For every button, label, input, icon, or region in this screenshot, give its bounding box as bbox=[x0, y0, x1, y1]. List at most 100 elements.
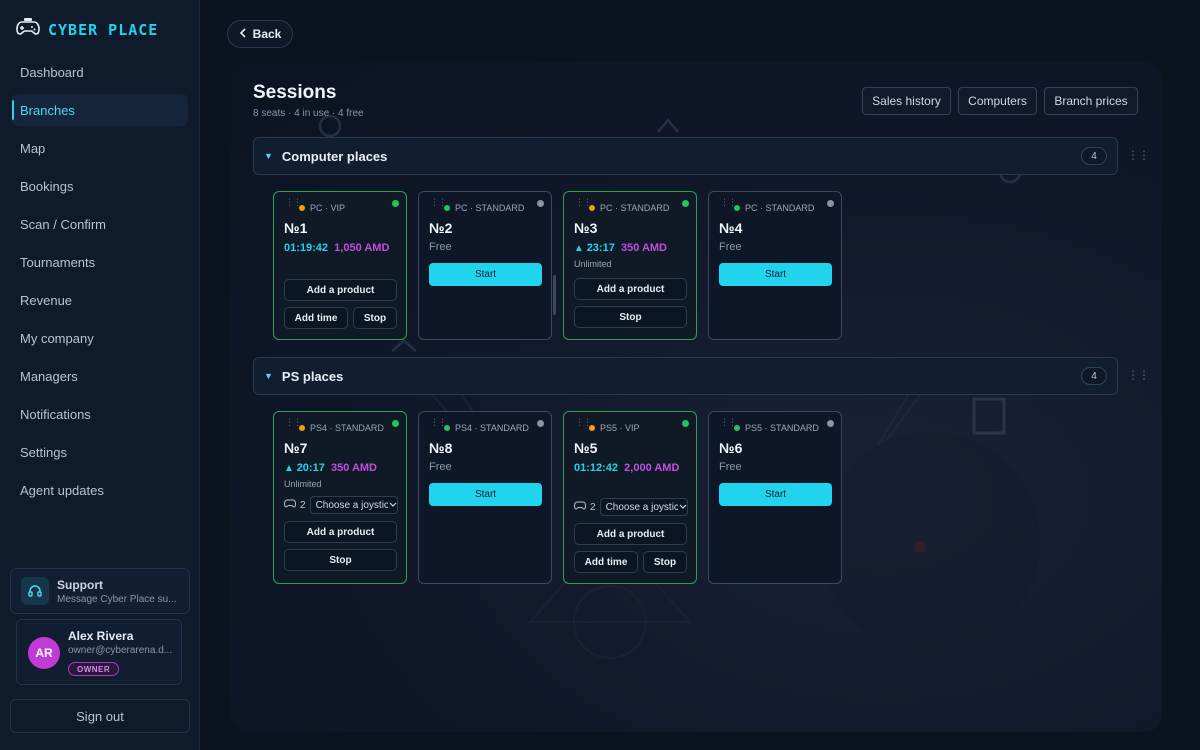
group-header-ps-places[interactable]: ▼ PS places 4 bbox=[253, 357, 1118, 395]
session-amount: 350 AMD bbox=[620, 242, 668, 254]
start-button[interactable]: Start bbox=[719, 263, 832, 286]
add-time-button[interactable]: Add time bbox=[574, 551, 638, 573]
drag-handle-icon[interactable]: ⋮⋮ bbox=[1127, 149, 1150, 161]
tier-dot bbox=[444, 205, 450, 211]
joystick-count: 2 bbox=[590, 501, 596, 513]
caret-down-icon: ▼ bbox=[264, 151, 273, 161]
drag-handle-icon[interactable]: ⋮⋮ bbox=[1127, 369, 1150, 381]
tier-dot bbox=[299, 425, 305, 431]
status-indicator bbox=[392, 420, 399, 427]
start-button[interactable]: Start bbox=[719, 483, 832, 506]
add-product-button[interactable]: Add a product bbox=[574, 278, 687, 300]
status-indicator bbox=[827, 200, 834, 207]
group-count-badge: 4 bbox=[1081, 367, 1107, 385]
sidebar-item-scan-confirm[interactable]: Scan / Confirm bbox=[12, 208, 188, 240]
tier-dot bbox=[444, 425, 450, 431]
sidebar-item-label: Notifications bbox=[20, 406, 91, 422]
support-card[interactable]: Support Message Cyber Place su... bbox=[10, 568, 190, 614]
seat-type-label: PS5 · STANDARD bbox=[745, 423, 819, 433]
sidebar-item-branches[interactable]: Branches bbox=[12, 94, 188, 126]
session-timer: 01:12:42 bbox=[574, 462, 619, 474]
status-indicator bbox=[537, 420, 544, 427]
branch-prices-button[interactable]: Branch prices bbox=[1044, 87, 1138, 115]
headset-icon bbox=[21, 577, 49, 605]
sidebar-item-revenue[interactable]: Revenue bbox=[12, 284, 188, 316]
seat-card[interactable]: ⋮⋮ PS4 · STANDARD №8 Free Start bbox=[418, 411, 552, 584]
sidebar-item-managers[interactable]: Managers bbox=[12, 360, 188, 392]
sidebar-item-dashboard[interactable]: Dashboard bbox=[12, 56, 188, 88]
page-title: Sessions bbox=[253, 82, 337, 103]
seat-type-label: PC · STANDARD bbox=[600, 203, 670, 213]
seat-type: PS4 · STANDARD bbox=[444, 423, 529, 433]
session-timer: 23:17 bbox=[586, 242, 615, 254]
session-timer-line: 01:19:42 1,050 AMD bbox=[284, 240, 402, 256]
gamepad-icon bbox=[283, 499, 297, 511]
sidebar-item-map[interactable]: Map bbox=[12, 132, 188, 164]
seat-card[interactable]: ⋮⋮ PS5 · STANDARD №6 Free Start bbox=[708, 411, 842, 584]
seat-card[interactable]: ⋮⋮ PC · STANDARD №2 Free Start bbox=[418, 191, 552, 340]
add-product-button[interactable]: Add a product bbox=[284, 279, 397, 301]
seat-card[interactable]: ⋮⋮ PC · VIP №1 01:19:42 1,050 AMD Add a prod… bbox=[273, 191, 407, 340]
chevron-down-icon bbox=[389, 500, 397, 511]
seat-card[interactable]: ⋮⋮ PC · STANDARD №3 ▲ 23:17 350 AMD Unlimite… bbox=[563, 191, 697, 340]
seat-card[interactable]: ⋮⋮ PS5 · VIP №5 01:12:42 2,000 AMD 2 Choose a… bbox=[563, 411, 697, 584]
seat-number: №4 bbox=[719, 220, 743, 236]
seat-type: PS5 · STANDARD bbox=[734, 423, 819, 433]
session-timer: 20:17 bbox=[296, 462, 325, 474]
scrollbar[interactable] bbox=[553, 275, 556, 315]
gamepad-icon bbox=[573, 501, 587, 513]
group-header-computer-places[interactable]: ▼ Computer places 4 bbox=[253, 137, 1118, 175]
chevron-down-icon bbox=[679, 502, 687, 513]
sign-out-button[interactable]: Sign out bbox=[10, 699, 190, 733]
back-button[interactable]: Back bbox=[227, 20, 293, 48]
computers-button[interactable]: Computers bbox=[958, 87, 1037, 115]
stop-button[interactable]: Stop bbox=[284, 549, 397, 571]
user-name: Alex Rivera bbox=[68, 629, 134, 643]
sidebar-item-bookings[interactable]: Bookings bbox=[12, 170, 188, 202]
joystick-row: 2 Choose a joystick bbox=[283, 496, 398, 514]
seat-number: №8 bbox=[429, 440, 453, 456]
avatar: AR bbox=[28, 637, 60, 669]
joystick-select[interactable]: Choose a joystick bbox=[599, 498, 688, 516]
session-amount: 1,050 AMD bbox=[334, 242, 390, 254]
seat-card[interactable]: ⋮⋮ PC · STANDARD №4 Free Start bbox=[708, 191, 842, 340]
sidebar-item-label: Tournaments bbox=[20, 254, 96, 270]
add-time-button[interactable]: Add time bbox=[284, 307, 348, 329]
start-button[interactable]: Start bbox=[429, 263, 542, 286]
sidebar-item-notifications[interactable]: Notifications bbox=[12, 398, 188, 430]
sidebar-nav: Dashboard Branches Map Bookings Scan / Confi… bbox=[12, 56, 188, 512]
tariff-label: Unlimited bbox=[284, 479, 322, 489]
sidebar-item-tournaments[interactable]: Tournaments bbox=[12, 246, 188, 278]
sidebar-item-label: Settings bbox=[20, 444, 67, 460]
seat-type: PC · VIP bbox=[299, 203, 345, 213]
brand-name: CYBER PLACE bbox=[48, 20, 159, 39]
joystick-select-value: Choose a joystick bbox=[605, 501, 678, 513]
sidebar-item-settings[interactable]: Settings bbox=[12, 436, 188, 468]
sidebar-item-my-company[interactable]: My company bbox=[12, 322, 188, 354]
sidebar-item-label: Branches bbox=[20, 102, 75, 118]
seat-type-label: PS4 · STANDARD bbox=[455, 423, 529, 433]
add-product-button[interactable]: Add a product bbox=[574, 523, 687, 545]
stop-button[interactable]: Stop bbox=[353, 307, 397, 329]
sales-history-button[interactable]: Sales history bbox=[862, 87, 951, 115]
joystick-count: 2 bbox=[300, 499, 306, 511]
session-amount: 350 AMD bbox=[330, 462, 378, 474]
stop-button[interactable]: Stop bbox=[643, 551, 687, 573]
user-card[interactable]: AR Alex Rivera owner@cyberarena.d... OWN… bbox=[16, 619, 182, 685]
start-button[interactable]: Start bbox=[429, 483, 542, 506]
stop-button[interactable]: Stop bbox=[574, 306, 687, 328]
sidebar-item-agent-updates[interactable]: Agent updates bbox=[12, 474, 188, 506]
seat-type-label: PS5 · VIP bbox=[600, 423, 640, 433]
status-indicator bbox=[827, 420, 834, 427]
joystick-select[interactable]: Choose a joystick bbox=[309, 496, 398, 514]
group-count-badge: 4 bbox=[1081, 147, 1107, 165]
seat-card[interactable]: ⋮⋮ PS4 · STANDARD №7 ▲ 20:17 350 AMD Unlimit… bbox=[273, 411, 407, 584]
seat-type-label: PC · STANDARD bbox=[745, 203, 815, 213]
add-product-button[interactable]: Add a product bbox=[284, 521, 397, 543]
sidebar-item-label: Scan / Confirm bbox=[20, 216, 106, 232]
caret-down-icon: ▼ bbox=[264, 371, 273, 381]
seat-number: №1 bbox=[284, 220, 308, 236]
seat-type-label: PC · VIP bbox=[310, 203, 346, 213]
sidebar-item-label: Revenue bbox=[20, 292, 73, 308]
brand-logo[interactable]: CYBER PLACE bbox=[16, 17, 158, 42]
